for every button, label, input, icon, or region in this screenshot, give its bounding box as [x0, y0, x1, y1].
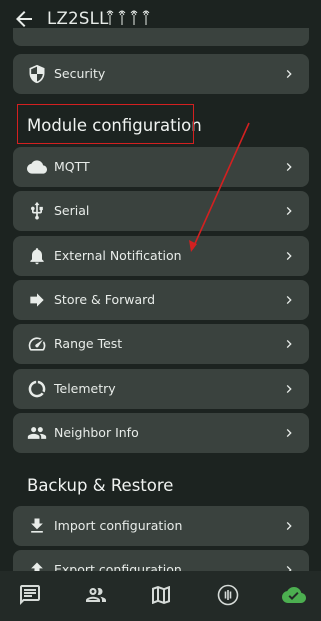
- cloud-icon: [27, 160, 47, 174]
- shield-icon: [29, 64, 45, 84]
- import-configuration-label: Import configuration: [54, 518, 183, 533]
- chevron-right-icon: [286, 163, 292, 171]
- backup-restore-title: Backup & Restore: [27, 476, 174, 495]
- usb-icon: [31, 201, 43, 220]
- speed-icon: [28, 337, 46, 351]
- map-icon[interactable]: [149, 583, 173, 607]
- chevron-right-icon: [286, 207, 292, 215]
- external-notification-label: External Notification: [54, 248, 182, 263]
- antenna-icons: [106, 10, 150, 25]
- range-test-label: Range Test: [54, 336, 123, 351]
- mqtt-label: MQTT: [54, 159, 90, 174]
- chevron-right-icon: [286, 70, 292, 78]
- chevron-right-icon: [286, 340, 292, 348]
- forward-arrow-icon: [30, 293, 44, 307]
- telemetry-label: Telemetry: [54, 381, 116, 396]
- serial-item[interactable]: Serial: [13, 191, 309, 231]
- security-item[interactable]: Security: [13, 54, 309, 94]
- download-icon: [31, 518, 43, 533]
- chevron-right-icon: [286, 296, 292, 304]
- contacts-icon[interactable]: [84, 583, 108, 607]
- neighbor-info-label: Neighbor Info: [54, 425, 139, 440]
- security-label: Security: [54, 66, 106, 81]
- store-forward-item[interactable]: Store & Forward: [13, 280, 309, 320]
- partial-card[interactable]: [13, 28, 309, 46]
- chevron-right-icon: [286, 522, 292, 530]
- bell-icon: [30, 248, 44, 265]
- connected-cloud-icon[interactable]: [282, 583, 306, 607]
- people-icon: [27, 427, 47, 439]
- channels-icon[interactable]: [216, 583, 240, 607]
- chevron-right-icon: [286, 385, 292, 393]
- neighbor-info-item[interactable]: Neighbor Info: [13, 413, 309, 453]
- annotation-highlight-box: [17, 104, 194, 144]
- chevron-right-icon: [286, 252, 292, 260]
- serial-label: Serial: [54, 203, 90, 218]
- external-notification-item[interactable]: External Notification: [13, 236, 309, 276]
- bottom-navigation: [0, 571, 321, 621]
- chevron-right-icon: [286, 429, 292, 437]
- store-forward-label: Store & Forward: [54, 292, 156, 307]
- telemetry-item[interactable]: Telemetry: [13, 369, 309, 409]
- page-title: LZ2SLL: [47, 9, 109, 28]
- messages-icon[interactable]: [18, 583, 42, 607]
- mqtt-item[interactable]: MQTT: [13, 147, 309, 187]
- import-configuration-item[interactable]: Import configuration: [13, 506, 309, 546]
- range-test-item[interactable]: Range Test: [13, 324, 309, 364]
- data-usage-icon: [28, 380, 46, 398]
